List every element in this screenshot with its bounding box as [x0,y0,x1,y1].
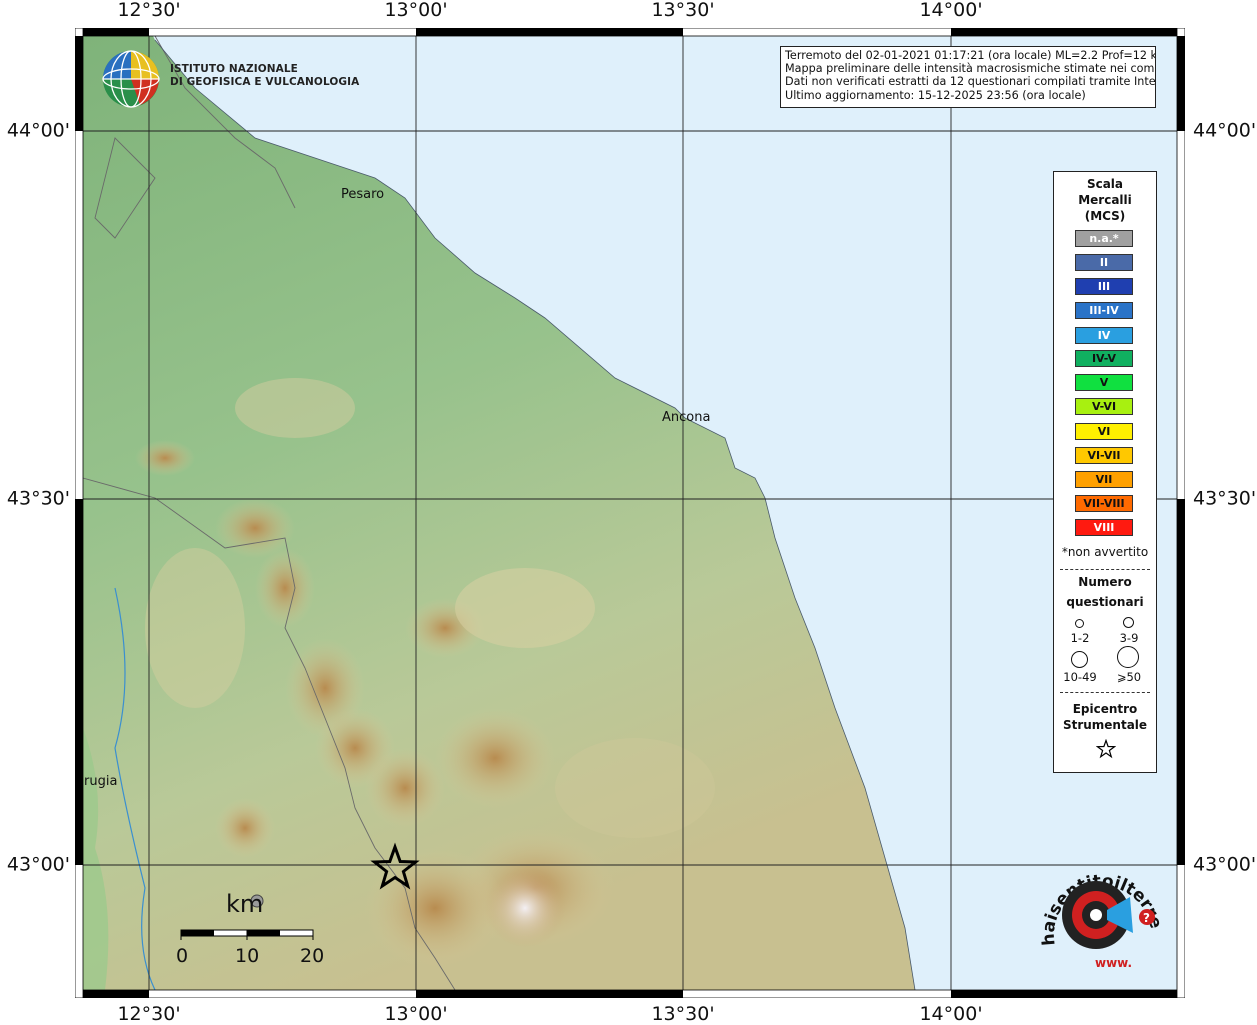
lon-label-top-1300: 13°00' [384,0,448,21]
legend-swatch-iii: III [1075,278,1133,295]
city-label-perugia: rugia [84,774,118,789]
legend-count-subtitle: questionari [1066,595,1144,609]
legend-swatch-vi-vii: VI-VII [1075,447,1133,464]
legend-swatch-iii-iv: III-IV [1075,302,1133,319]
legend-swatch-v-vi: V-VI [1075,398,1133,415]
lon-label-bottom-1400: 14°00' [919,1003,983,1025]
count-label-3-9: 3-9 [1119,631,1139,645]
event-info-box: Terremoto del 02-01-2021 01:17:21 (ora l… [780,46,1156,108]
legend-swatch-iv-v: IV-V [1075,350,1133,367]
info-data-line: Dati non verificati estratti da 12 quest… [785,75,1156,89]
legend-star-icon [1096,739,1116,759]
count-label-10-49: 10-49 [1063,670,1097,684]
lon-label-top-1400: 14°00' [919,0,983,21]
legend-swatch-iv: IV [1075,327,1133,344]
intensity-map[interactable] [75,28,1185,998]
count-label-1-2: 1-2 [1070,631,1090,645]
count-circle-10-49-icon [1071,651,1088,668]
ingv-line1: ISTITUTO NAZIONALE [170,63,298,75]
legend-epicenter-subtitle: Strumentale [1062,718,1148,732]
lat-label-right-4300: 43°00' [1193,853,1257,876]
info-updated-line: Ultimo aggiornamento: 15-12-2025 23:56 (… [785,88,1086,102]
lat-label-right-4400: 44°00' [1193,119,1257,142]
legend-swatch-na: n.a.* [1075,230,1133,247]
count-circle-1-2-icon [1075,619,1084,628]
lat-label-left-4330: 43°30' [6,487,70,510]
legend-title-scala: Scala [1086,177,1124,191]
lon-label-top-1230: 12°30' [117,0,181,21]
legend-title-mcs: (MCS) [1084,209,1126,223]
info-event-line: Terremoto del 02-01-2021 01:17:21 (ora l… [785,49,1156,62]
lat-label-left-4300: 43°00' [6,853,70,876]
scale-tick-0: 0 [176,945,189,967]
legend-divider [1060,569,1150,570]
scale-tick-20: 20 [300,945,325,967]
lon-label-bottom-1300: 13°00' [384,1003,448,1025]
hst-www: www. [1095,956,1132,970]
count-circle-50-icon [1117,646,1139,668]
svg-text:?: ? [1143,911,1150,925]
legend-count-title: Numero [1078,575,1132,589]
scale-ruler [180,929,314,940]
legend-swatch-vii: VII [1075,471,1133,488]
legend-title-mercalli: Mercalli [1078,193,1132,207]
legend-swatch-vii-viii: VII-VIII [1075,495,1133,512]
ingv-globe-logo [102,50,160,108]
scale-tick-10: 10 [235,945,260,967]
city-label-ancona: Ancona [662,410,711,425]
legend-swatch-viii: VIII [1075,519,1133,536]
lon-label-top-1330: 13°30' [651,0,715,21]
lon-label-bottom-1230: 12°30' [117,1003,181,1025]
lat-label-right-4330: 43°30' [1193,487,1257,510]
count-circle-3-9-icon [1123,617,1134,628]
lon-label-bottom-1330: 13°30' [651,1003,715,1025]
lat-label-left-4400: 44°00' [6,119,70,142]
legend-swatch-vi: VI [1075,423,1133,440]
ingv-name: ISTITUTO NAZIONALE DI GEOFISICA E VULCAN… [170,63,359,89]
ingv-line2: DI GEOFISICA E VULCANOLOGIA [170,76,360,88]
scale-unit: km [226,890,264,918]
info-map-line: Mappa preliminare delle intensità macros… [785,62,1156,76]
legend-divider-2 [1060,692,1150,693]
legend-swatch-ii: II [1075,254,1133,271]
legend-epicenter-title: Epicentro [1072,702,1138,716]
legend-note-non-avvertito: *non avvertito [1061,545,1149,559]
haisentito-logo[interactable]: haisentitoilterremoto.it ? www. [1035,865,1170,975]
city-label-pesaro: Pesaro [341,187,385,202]
legend-swatch-v: V [1075,374,1133,391]
count-label-50: ⩾50 [1116,670,1142,684]
intensity-legend: Scala Mercalli (MCS) n.a.* II III III-IV… [1053,171,1157,773]
